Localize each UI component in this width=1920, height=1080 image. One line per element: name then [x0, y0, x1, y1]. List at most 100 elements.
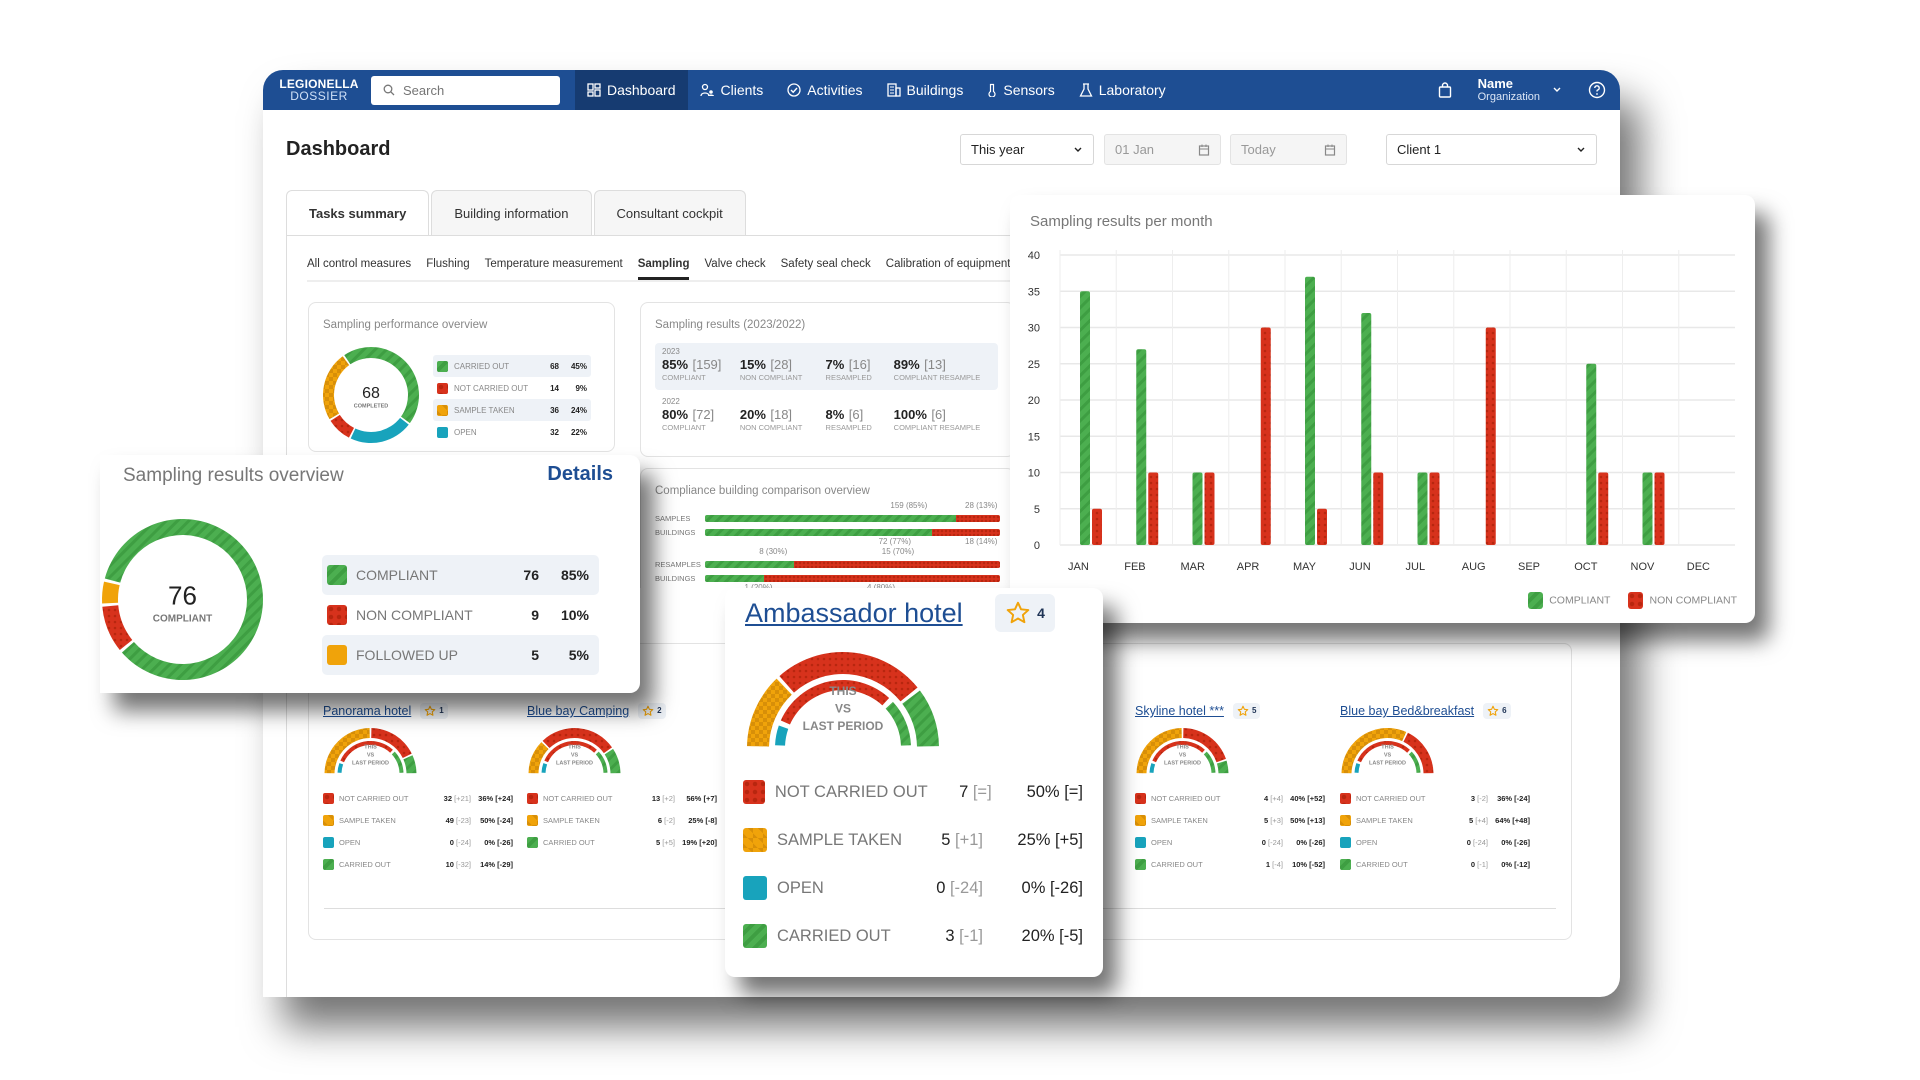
subtab-safety-seal-check[interactable]: Safety seal check: [781, 258, 871, 280]
legend-row[interactable]: COMPLIANT 76 85%: [322, 555, 599, 595]
legend-row[interactable]: CARRIED OUT 3 [-1] 20% [-5]: [743, 912, 1083, 960]
legend-row[interactable]: SAMPLE TAKEN 49 [-23] 50% [-24]: [323, 809, 513, 831]
bar-non-compliant-aug[interactable]: [1485, 327, 1496, 546]
nav-laboratory[interactable]: Laboratory: [1067, 70, 1178, 110]
bar-non-compliant-jul[interactable]: [1429, 472, 1440, 546]
bar-non-compliant-feb[interactable]: [1148, 472, 1159, 546]
bar-compliant-jun[interactable]: [1361, 313, 1372, 545]
bar-compliant-jul[interactable]: [1417, 472, 1428, 546]
bar-compliant-feb[interactable]: [1136, 349, 1147, 545]
bar-compliant-may[interactable]: [1305, 276, 1315, 545]
donut-segment-sample-taken[interactable]: [323, 356, 350, 420]
legend-non-compliant[interactable]: NON COMPLIANT: [1628, 592, 1737, 609]
legend-row[interactable]: OPEN 0 [-24] 0% [-26]: [323, 831, 513, 853]
x-tick-label: SEP: [1518, 561, 1540, 573]
nav-buildings[interactable]: Buildings: [875, 70, 976, 110]
legend-compliant[interactable]: COMPLIANT: [1528, 592, 1610, 609]
details-link[interactable]: Details: [547, 463, 613, 486]
legend-row[interactable]: CARRIED OUT 10 [-32] 14% [-29]: [323, 853, 513, 875]
bar-track[interactable]: [705, 528, 1000, 536]
legend-row[interactable]: NOT CARRIED OUT 7 [=] 50% [=]: [743, 768, 1083, 816]
legend-row[interactable]: NOT CARRIED OUT 13 [+2] 56% [+7]: [527, 787, 717, 809]
bar-track[interactable]: [705, 574, 1000, 582]
donut-segment-followed-up[interactable]: [102, 581, 120, 604]
tab-consultant-cockpit[interactable]: Consultant cockpit: [593, 190, 746, 236]
gauge-inner-teal[interactable]: [1149, 763, 1156, 773]
bar-non-compliant-oct[interactable]: [1598, 472, 1609, 546]
subtab-flushing[interactable]: Flushing: [426, 258, 469, 280]
bar-compliant-oct[interactable]: [1586, 363, 1597, 545]
bar-non-compliant-jan[interactable]: [1092, 508, 1102, 545]
gauge-outer-green[interactable]: [1216, 760, 1229, 774]
donut-segment-carried-out[interactable]: [344, 347, 419, 424]
hotel-name-link[interactable]: Ambassador hotel: [745, 598, 963, 629]
logo[interactable]: LEGIONELLA DOSSIER: [263, 78, 365, 102]
user-menu[interactable]: Name Organization: [1478, 76, 1540, 105]
hotel-name-link[interactable]: Skyline hotel ***: [1135, 704, 1224, 718]
nav-dashboard[interactable]: Dashboard: [575, 70, 688, 110]
gauge-inner-teal[interactable]: [337, 763, 344, 773]
legend-row[interactable]: SAMPLE TAKEN 5 [+3] 50% [+13]: [1135, 809, 1325, 831]
client-select[interactable]: Client 1: [1386, 134, 1597, 165]
subtab-all-control-measures[interactable]: All control measures: [307, 258, 411, 280]
compliance-comparison-card: Compliance building comparison overview …: [640, 468, 1015, 592]
hotel-name-link[interactable]: Panorama hotel: [323, 704, 411, 718]
tab-building-information[interactable]: Building information: [431, 190, 592, 236]
subtab-valve-check[interactable]: Valve check: [704, 258, 765, 280]
gauge-outer-green[interactable]: [403, 755, 417, 774]
tab-tasks-summary[interactable]: Tasks summary: [286, 190, 430, 236]
legend-row[interactable]: NOT CARRIED OUT 4 [+4] 40% [+52]: [1135, 787, 1325, 809]
subtab-temperature-measurement[interactable]: Temperature measurement: [485, 258, 623, 280]
search-box[interactable]: [371, 75, 560, 105]
bar-non-compliant-apr[interactable]: [1260, 327, 1271, 546]
legend-row[interactable]: NON COMPLIANT 9 10%: [322, 595, 599, 635]
legend-row[interactable]: SAMPLE TAKEN 5 [+1] 25% [+5]: [743, 816, 1083, 864]
subtab-calibration-of-equipment[interactable]: Calibration of equipment: [886, 258, 1011, 280]
red-swatch: [327, 605, 347, 625]
donut-segment-open[interactable]: [350, 417, 409, 443]
legend-row[interactable]: CARRIED OUT 0 [-1] 0% [-12]: [1340, 853, 1530, 875]
legend-row[interactable]: NOT CARRIED OUT 14 9%: [433, 377, 591, 399]
subtab-sampling[interactable]: Sampling: [637, 258, 689, 280]
legend-row[interactable]: NOT CARRIED OUT 3 [-2] 36% [-24]: [1340, 787, 1530, 809]
legend-row[interactable]: CARRIED OUT 68 45%: [433, 355, 591, 377]
bar-non-compliant-nov[interactable]: [1654, 472, 1665, 546]
nav-clients[interactable]: Clients: [688, 70, 776, 110]
bar-compliant-nov[interactable]: [1642, 472, 1653, 546]
hotel-name-link[interactable]: Blue bay Bed&breakfast: [1340, 704, 1474, 718]
nav-sensors[interactable]: Sensors: [975, 70, 1066, 110]
legend-row[interactable]: OPEN 0 [-24] 0% [-26]: [1135, 831, 1325, 853]
gauge-inner-teal[interactable]: [1354, 763, 1361, 773]
legend-row[interactable]: CARRIED OUT 5 [+5] 19% [+20]: [527, 831, 717, 853]
donut-segment-not-carried-out[interactable]: [330, 414, 355, 438]
bar-track[interactable]: [705, 560, 1000, 568]
search-input[interactable]: [403, 82, 543, 98]
period-select[interactable]: This year: [960, 134, 1094, 165]
date-to-field[interactable]: Today: [1230, 134, 1347, 165]
legend-row[interactable]: SAMPLE TAKEN 6 [-2] 25% [-8]: [527, 809, 717, 831]
bar-compliant-jan[interactable]: [1080, 291, 1090, 545]
date-from-field[interactable]: 01 Jan: [1104, 134, 1221, 165]
legend-row[interactable]: CARRIED OUT 1 [-4] 10% [-52]: [1135, 853, 1325, 875]
bar-non-compliant-may[interactable]: [1317, 508, 1327, 545]
buildings-icon: [886, 83, 901, 97]
legend-row[interactable]: FOLLOWED UP 5 5%: [322, 635, 599, 675]
gauge-inner-teal[interactable]: [775, 725, 789, 746]
gauge-inner-teal[interactable]: [541, 763, 548, 773]
help-icon[interactable]: [1588, 81, 1606, 99]
bar-compliant-mar[interactable]: [1192, 472, 1203, 546]
bar-non-compliant-mar[interactable]: [1204, 472, 1215, 546]
nav-activities[interactable]: Activities: [775, 70, 874, 110]
legend-row[interactable]: OPEN 0 [-24] 0% [-26]: [1340, 831, 1530, 853]
legend-row[interactable]: OPEN 32 22%: [433, 421, 591, 443]
shopping-bag-icon[interactable]: [1438, 82, 1452, 98]
legend-row[interactable]: NOT CARRIED OUT 32 [+21] 36% [+24]: [323, 787, 513, 809]
legend-row[interactable]: OPEN 0 [-24] 0% [-26]: [743, 864, 1083, 912]
donut-segment-non-compliant[interactable]: [102, 605, 133, 651]
bar-track[interactable]: [705, 514, 1000, 522]
chevron-down-icon[interactable]: [1552, 86, 1562, 94]
legend-row[interactable]: SAMPLE TAKEN 5 [+4] 64% [+48]: [1340, 809, 1530, 831]
hotel-name-link[interactable]: Blue bay Camping: [527, 704, 629, 718]
bar-non-compliant-jun[interactable]: [1373, 472, 1384, 546]
legend-row[interactable]: SAMPLE TAKEN 36 24%: [433, 399, 591, 421]
